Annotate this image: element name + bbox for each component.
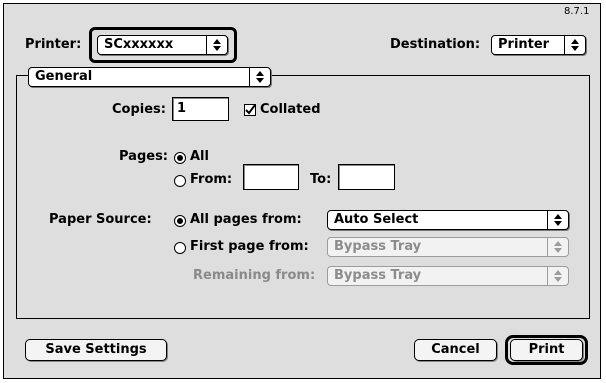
pages-from-radio[interactable] (174, 175, 186, 187)
destination-popup[interactable]: Printer (491, 35, 586, 55)
paper-source-label: Paper Source: (49, 212, 152, 227)
panel-popup-value: General (35, 69, 93, 84)
version-label: 8.7.1 (564, 6, 590, 17)
all-pages-from-label: All pages from: (190, 212, 302, 227)
save-settings-button[interactable]: Save Settings (25, 339, 167, 361)
pages-to-field[interactable] (338, 164, 395, 190)
first-page-from-radio[interactable] (174, 242, 186, 254)
printer-popup-value: SCxxxxxx (104, 37, 174, 52)
collated-checkbox[interactable] (244, 104, 256, 116)
pages-all-radio[interactable] (174, 152, 186, 164)
remaining-from-label: Remaining from: (193, 268, 316, 283)
pages-from-field[interactable] (243, 164, 299, 190)
print-button[interactable]: Print (510, 339, 583, 361)
all-pages-from-radio[interactable] (174, 215, 186, 227)
pages-from-label: From: (190, 172, 233, 187)
all-pages-from-popup[interactable]: Auto Select (327, 210, 569, 230)
chevron-updown-icon (547, 238, 568, 256)
pages-to-label: To: (310, 172, 332, 187)
chevron-updown-icon (564, 36, 585, 54)
chevron-updown-icon (547, 267, 568, 285)
collated-label: Collated (260, 102, 321, 117)
first-page-from-label: First page from: (190, 239, 309, 254)
copies-label: Copies: (112, 102, 166, 117)
copies-value: 1 (177, 101, 187, 116)
cancel-button[interactable]: Cancel (414, 339, 497, 361)
first-page-from-value: Bypass Tray (334, 239, 422, 254)
destination-popup-value: Printer (498, 37, 550, 52)
chevron-updown-icon (547, 211, 568, 229)
printer-popup[interactable]: SCxxxxxx (97, 35, 228, 55)
remaining-from-popup[interactable]: Bypass Tray (327, 266, 569, 286)
remaining-from-value: Bypass Tray (334, 268, 422, 283)
first-page-from-popup[interactable]: Bypass Tray (327, 237, 569, 257)
all-pages-from-value: Auto Select (334, 212, 419, 227)
pages-all-label: All (190, 149, 209, 164)
pages-label: Pages: (119, 149, 169, 164)
print-dialog: 8.7.1 Printer: SCxxxxxx Destination: Pri… (3, 3, 601, 379)
chevron-updown-icon (206, 36, 227, 54)
destination-label: Destination: (390, 37, 481, 52)
chevron-updown-icon (249, 68, 270, 86)
copies-field[interactable]: 1 (172, 97, 229, 121)
panel-popup[interactable]: General (28, 67, 271, 87)
printer-label: Printer: (25, 37, 82, 52)
